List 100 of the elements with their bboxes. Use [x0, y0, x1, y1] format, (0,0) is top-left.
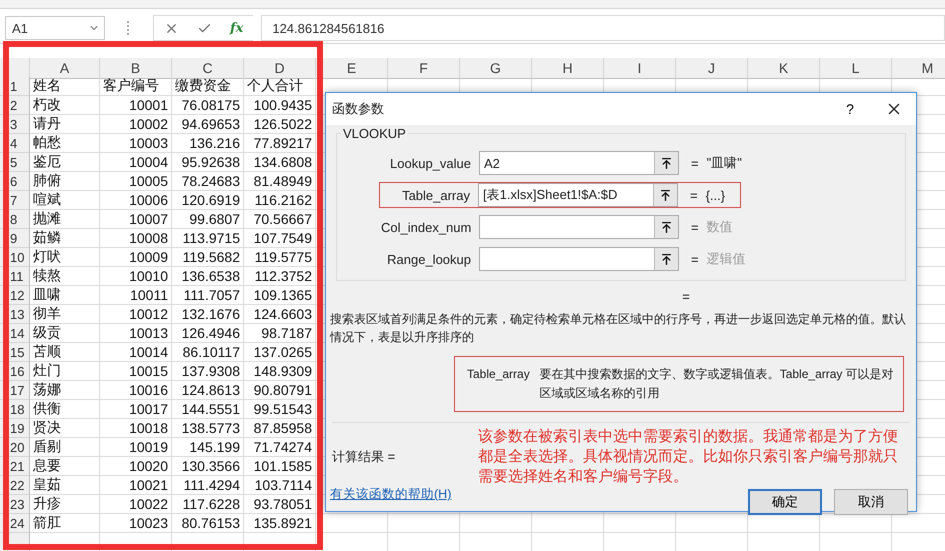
argument-label: Range_lookup: [386, 252, 471, 266]
table-cell: 缴费资金: [172, 77, 244, 96]
table-cell: 119.5775: [244, 248, 316, 267]
column-header[interactable]: A: [30, 58, 100, 79]
table-cell: 10019: [100, 438, 172, 457]
table-cell: 86.10117: [172, 343, 244, 362]
argument-field[interactable]: A2: [479, 151, 679, 175]
table-cell: 136.216: [172, 134, 244, 153]
table-cell: 彻羊: [30, 305, 100, 324]
table-cell: 10010: [100, 267, 172, 286]
collapse-dialog-button[interactable]: [654, 248, 678, 270]
upload-arrow-icon: [660, 156, 673, 170]
table-cell: 10014: [100, 343, 172, 362]
table-cell: 136.6538: [172, 267, 244, 286]
argument-name: Table_array: [467, 366, 530, 383]
column-header[interactable]: C: [172, 58, 244, 79]
table-cell: 148.9309: [244, 362, 316, 381]
table-cell: 101.1585: [244, 457, 316, 476]
collapse-dialog-button[interactable]: [654, 152, 678, 174]
column-header[interactable]: J: [676, 58, 748, 79]
table-cell: 94.69653: [172, 115, 244, 134]
table-cell: 抛滩: [30, 210, 100, 229]
collapse-dialog-button[interactable]: [654, 216, 678, 238]
equals-sign: =: [691, 156, 699, 170]
dialog-button[interactable]: 确定: [748, 489, 822, 515]
table-cell: 姓名: [30, 77, 100, 96]
table-cell: 107.7549: [244, 229, 316, 248]
table-cell: 134.6808: [244, 153, 316, 172]
table-cell: 荡娜: [30, 381, 100, 400]
table-cell: 息要: [30, 457, 100, 476]
table-cell: 供衡: [30, 400, 100, 419]
argument-label: Lookup_value: [389, 156, 471, 170]
column-header[interactable]: D: [244, 58, 316, 79]
equals-sign: =: [691, 220, 699, 234]
table-cell: 138.5773: [172, 419, 244, 438]
argument-field[interactable]: [479, 215, 679, 239]
dialog-button[interactable]: 取消: [834, 489, 908, 515]
table-cell: 77.89217: [244, 134, 316, 153]
annotation-text: 该参数在被索引表中选中需要索引的数据。我通常都是为了方便都是全表选择。具体视情况而定。比如你只索引客户编号那就只需要选择姓名和客户编号字段。: [478, 427, 899, 487]
table-cell: 级贡: [30, 324, 100, 343]
column-header[interactable]: L: [820, 58, 892, 79]
table-cell: 76.08175: [172, 96, 244, 115]
table-cell: 144.5551: [172, 400, 244, 419]
help-button[interactable]: ?: [832, 95, 868, 123]
argument-field[interactable]: [479, 247, 679, 271]
function-description: 搜索表区域首列满足条件的元素，确定待检索单元格在区域中的行序号，再进一步返回选定单元格的值。默认情况下，表是以升序排序的: [330, 311, 907, 346]
table-cell: 10022: [100, 495, 172, 514]
table-cell: 99.6807: [172, 210, 244, 229]
table-cell: 98.7187: [244, 324, 316, 343]
collapse-dialog-button[interactable]: [653, 184, 677, 206]
column-header[interactable]: B: [100, 58, 172, 79]
table-cell: 109.1365: [244, 286, 316, 305]
column-header[interactable]: F: [388, 58, 460, 79]
table-cell: 10017: [100, 400, 172, 419]
table-cell: 盾剔: [30, 438, 100, 457]
table-cell: 132.1676: [172, 305, 244, 324]
column-header[interactable]: I: [604, 58, 676, 79]
table-cell: 10001: [100, 96, 172, 115]
table-cell: 117.6228: [172, 495, 244, 514]
column-header[interactable]: H: [532, 58, 604, 79]
table-cell: 10015: [100, 362, 172, 381]
insert-function-button[interactable]: fx: [230, 20, 244, 36]
help-link[interactable]: 有关该函数的帮助(H): [330, 486, 478, 503]
column-header[interactable]: G: [460, 58, 532, 79]
table-cell: 145.199: [172, 438, 244, 457]
function-name: VLOOKUP: [341, 126, 408, 141]
formula-field[interactable]: 124.861284561816: [261, 15, 945, 41]
table-cell: 130.3566: [172, 457, 244, 476]
table-cell: 肺俯: [30, 172, 100, 191]
table-cell: 苫顺: [30, 343, 100, 362]
table-cell: 78.24683: [172, 172, 244, 191]
table-cell: 10004: [100, 153, 172, 172]
name-box[interactable]: A1: [5, 16, 105, 40]
table-cell: 朽改: [30, 96, 100, 115]
table-cell: 137.0265: [244, 343, 316, 362]
table-cell: 71.74274: [244, 438, 316, 457]
argument-field[interactable]: [表1.xlsx]Sheet1!$A:$D: [478, 183, 678, 207]
table-cell: 81.48949: [244, 172, 316, 191]
column-header[interactable]: E: [316, 58, 388, 79]
table-cell: 灶门: [30, 362, 100, 381]
dialog-title: 函数参数: [332, 100, 385, 118]
table-cell: 99.51543: [244, 400, 316, 419]
table-cell: 请丹: [30, 115, 100, 134]
table-cell: 113.9715: [172, 229, 244, 248]
table-cell: 120.6919: [172, 191, 244, 210]
table-cell: 10020: [100, 457, 172, 476]
column-header[interactable]: K: [748, 58, 820, 79]
argument-result: 逻辑值: [706, 250, 746, 268]
table-cell: 10023: [100, 514, 172, 533]
calculation-result: 计算结果 =: [332, 448, 396, 466]
table-cell: 80.76153: [172, 514, 244, 533]
table-cell: 124.8613: [172, 381, 244, 400]
formula-result: =: [682, 289, 690, 304]
equals-sign: =: [690, 188, 698, 202]
table-cell: 贤决: [30, 419, 100, 438]
column-header[interactable]: M: [892, 58, 945, 79]
table-cell: 93.78051: [244, 495, 316, 514]
table-cell: 111.7057: [172, 286, 244, 305]
table-cell: 茹鳞: [30, 229, 100, 248]
table-cell: 111.4294: [172, 476, 244, 495]
